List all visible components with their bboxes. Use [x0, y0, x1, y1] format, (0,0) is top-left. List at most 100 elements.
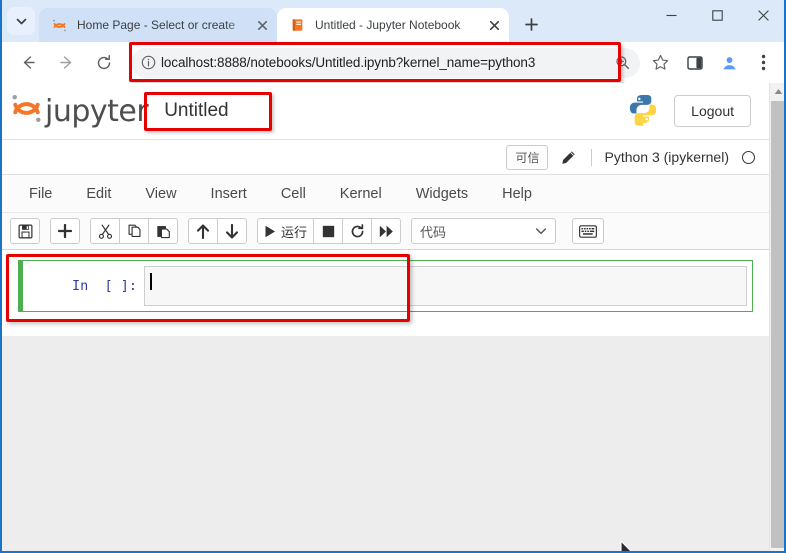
notebook-paper: In [ ]: [2, 250, 769, 336]
move-cell-down-button[interactable] [217, 218, 247, 244]
run-cell-button[interactable]: 运行 [257, 218, 314, 244]
scroll-up-arrow-icon[interactable] [770, 83, 786, 100]
notebook-title[interactable]: Untitled [150, 97, 242, 124]
arrow-up-icon [196, 224, 210, 239]
jupyter-header-right: Logout [626, 92, 769, 131]
copy-button[interactable] [119, 218, 149, 244]
kernel-status-bar: 可信 Python 3 (ipykernel) [2, 139, 769, 174]
profile-avatar-icon[interactable] [715, 49, 743, 77]
notebook-title-container: Untitled [150, 100, 242, 122]
kernel-idle-circle-icon [742, 151, 755, 164]
scissors-cut-icon [98, 224, 113, 239]
notebook-menubar: File Edit View Insert Cell Kernel Widget… [2, 174, 769, 212]
jupyter-notebook-page: jupyter Untitled Logout [2, 83, 769, 551]
jupyter-logo-icon [10, 92, 43, 130]
page-viewport: jupyter Untitled Logout [2, 83, 786, 551]
menu-cell[interactable]: Cell [264, 177, 323, 211]
notebook-canvas: In [ ]: [2, 250, 769, 540]
three-dot-menu-icon[interactable] [749, 49, 777, 77]
new-tab-button[interactable] [517, 10, 545, 38]
python-logo-icon [626, 92, 660, 131]
close-icon[interactable] [485, 16, 503, 34]
trusted-badge[interactable]: 可信 [506, 145, 548, 170]
maximize-icon [712, 10, 723, 21]
info-circle-icon[interactable] [135, 50, 161, 76]
browser-tab-home-page[interactable]: Home Page - Select or create [39, 8, 277, 42]
command-palette-button[interactable] [572, 218, 604, 244]
menu-file[interactable]: File [12, 177, 69, 211]
cell-type-value: 代码 [420, 222, 446, 241]
save-button[interactable] [10, 218, 40, 244]
arrow-down-icon [225, 224, 239, 239]
paste-icon [156, 224, 171, 239]
cut-button[interactable] [90, 218, 120, 244]
window-close-icon [758, 10, 769, 21]
cell-selected-indicator [18, 260, 23, 312]
address-bar[interactable]: localhost:8888/notebooks/Untitled.ipynb?… [131, 48, 640, 78]
browser-tab-untitled-notebook[interactable]: Untitled - Jupyter Notebook [277, 8, 509, 42]
chevron-down-icon [16, 16, 27, 27]
menu-edit[interactable]: Edit [69, 177, 128, 211]
pencil-icon[interactable] [557, 146, 579, 168]
close-icon[interactable] [253, 16, 271, 34]
page-scrollbar[interactable] [769, 83, 786, 551]
interrupt-kernel-button[interactable] [313, 218, 343, 244]
save-floppy-icon [18, 224, 33, 239]
code-cell[interactable]: In [ ]: [18, 260, 753, 312]
minimize-button[interactable] [648, 0, 694, 30]
toolbar-group-save [10, 218, 40, 244]
zoom-magnifier-icon[interactable] [610, 51, 634, 75]
browser-toolbar-right [678, 49, 786, 77]
logout-button[interactable]: Logout [674, 95, 751, 127]
maximize-button[interactable] [694, 0, 740, 30]
toolbar-group-palette [572, 218, 604, 244]
restart-icon [350, 224, 365, 239]
cell-prompt: In [ ]: [19, 266, 144, 306]
plus-icon [58, 224, 72, 238]
move-cell-up-button[interactable] [188, 218, 218, 244]
forward-arrow-icon [58, 54, 75, 71]
play-icon [264, 225, 276, 238]
omnibox-container: localhost:8888/notebooks/Untitled.ipynb?… [131, 48, 672, 78]
back-arrow-icon [20, 54, 37, 71]
divider [591, 149, 592, 166]
tab-search-button[interactable] [7, 7, 35, 35]
notebook-favicon [289, 17, 306, 34]
code-input-area[interactable] [144, 266, 747, 306]
jupyter-logo-link[interactable]: jupyter [10, 92, 148, 130]
browser-tab-strip: Home Page - Select or create Untitled - … [2, 0, 786, 42]
jupyter-logo-text: jupyter [45, 94, 148, 129]
notebook-toolbar: 运行 [2, 212, 769, 250]
bookmark-star-icon[interactable] [648, 51, 672, 75]
restart-kernel-button[interactable] [342, 218, 372, 244]
close-window-button[interactable] [740, 0, 786, 30]
url-text: localhost:8888/notebooks/Untitled.ipynb?… [161, 55, 610, 70]
cell-type-dropdown[interactable]: 代码 [411, 218, 556, 244]
toolbar-group-insert [50, 218, 80, 244]
paste-button[interactable] [148, 218, 178, 244]
chevron-down-icon [535, 225, 547, 237]
minimize-icon [666, 10, 677, 21]
insert-cell-below-button[interactable] [50, 218, 80, 244]
fast-forward-icon [379, 225, 394, 238]
reload-icon [95, 54, 113, 72]
restart-and-run-all-button[interactable] [371, 218, 401, 244]
kernel-name-label[interactable]: Python 3 (ipykernel) [604, 149, 729, 165]
back-button[interactable] [14, 49, 42, 77]
menu-view[interactable]: View [128, 177, 193, 211]
toolbar-group-move [188, 218, 247, 244]
window-controls [648, 0, 786, 30]
menu-help[interactable]: Help [485, 177, 549, 211]
side-panel-icon[interactable] [681, 49, 709, 77]
scroll-thumb[interactable] [771, 101, 786, 548]
tab-title: Home Page - Select or create [77, 18, 253, 32]
forward-button[interactable] [52, 49, 80, 77]
browser-window: Home Page - Select or create Untitled - … [0, 0, 786, 553]
tab-title: Untitled - Jupyter Notebook [315, 18, 485, 32]
stop-square-icon [322, 225, 335, 238]
reload-button[interactable] [90, 49, 118, 77]
menu-kernel[interactable]: Kernel [323, 177, 399, 211]
menu-insert[interactable]: Insert [194, 177, 264, 211]
toolbar-group-run: 运行 [257, 218, 401, 244]
menu-widgets[interactable]: Widgets [399, 177, 485, 211]
